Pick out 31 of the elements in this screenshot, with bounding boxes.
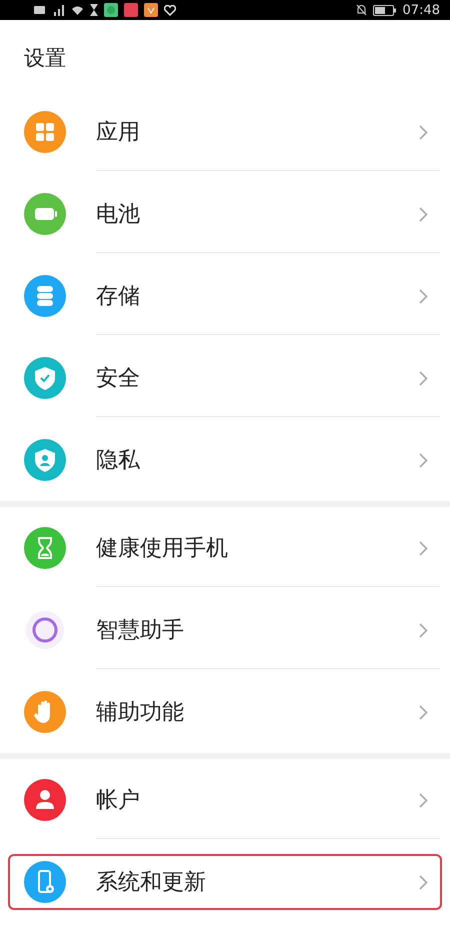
hourglass-icon [90,4,98,16]
chevron-icon [419,206,428,222]
settings-item[interactable]: 帐户 [8,759,442,841]
settings-item[interactable]: 隐私 [8,419,442,501]
wifi-icon [71,4,84,16]
settings-item[interactable]: 智慧助手 [8,589,442,671]
settings-item[interactable]: 辅助功能 [8,671,442,753]
battery-icon [372,4,397,16]
bell-off-icon [356,4,367,16]
settings-item[interactable]: 应用 [8,91,442,173]
chevron-icon [419,622,428,638]
app-icon [124,3,138,17]
app-icon [144,3,158,17]
chevron-icon [419,874,428,890]
app-icon [104,3,118,17]
settings-item[interactable]: 电池 [8,173,442,255]
settings-item[interactable]: 安全 [8,337,442,419]
page-title: 设置 [24,46,66,70]
chevron-icon [419,288,428,304]
chevron-icon [419,370,428,386]
clock-time: 07:48 [402,2,440,18]
chevron-icon [419,704,428,720]
signal-icon [51,4,65,16]
settings-item[interactable]: 系统和更新 [8,854,442,910]
settings-item[interactable]: 健康使用手机 [8,507,442,589]
chevron-icon [419,452,428,468]
chevron-icon [419,792,428,808]
chevron-icon [419,124,428,140]
settings-item[interactable]: 存储 [8,255,442,337]
chevron-icon [419,540,428,556]
heart-icon [164,4,176,16]
